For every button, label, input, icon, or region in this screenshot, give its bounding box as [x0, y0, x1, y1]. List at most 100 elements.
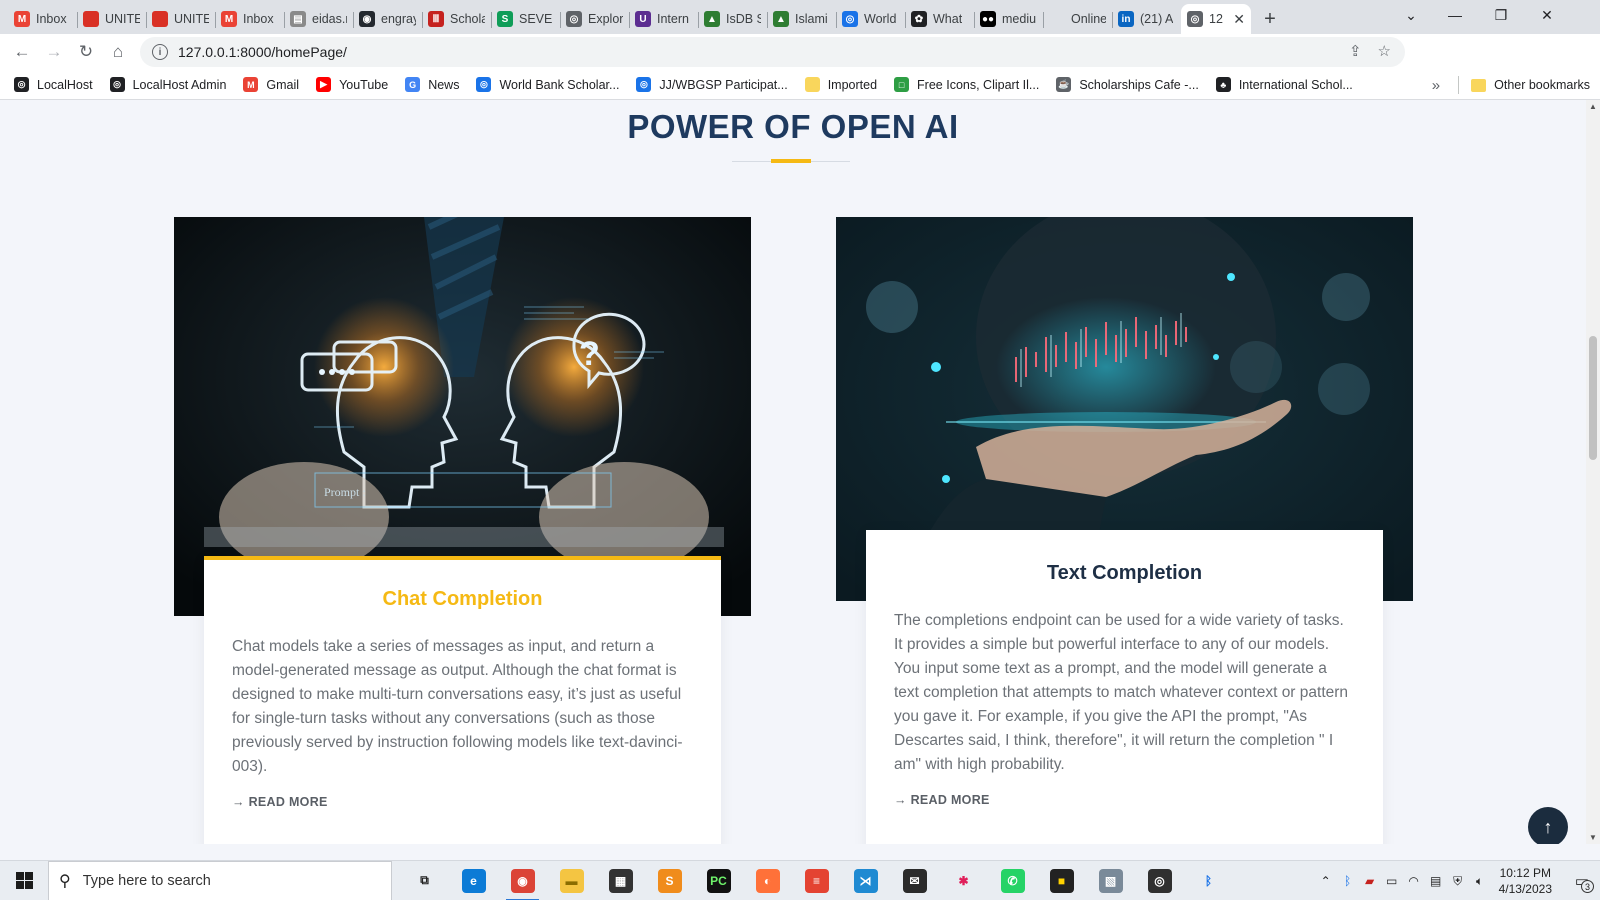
scroll-down-arrow-icon[interactable]: ▼: [1586, 833, 1600, 842]
scrollbar-thumb[interactable]: [1589, 336, 1597, 460]
tab[interactable]: ◉ engray: [353, 4, 422, 34]
taskbar-app-todoist[interactable]: ≡: [792, 861, 841, 900]
tab[interactable]: ▲ IsDB S: [698, 4, 767, 34]
close-window-button[interactable]: ✕: [1524, 0, 1570, 30]
browser-tab-strip: M Inbox UNITE UNITE M Inbox ▤ eidas.r ◉ engray Ⅲ Sc…: [0, 0, 1600, 34]
bars-icon: Ⅲ: [428, 11, 444, 27]
tab[interactable]: UNITE: [146, 4, 215, 34]
tab[interactable]: S SEVE C: [491, 4, 560, 34]
bookmark-item[interactable]: □ Free Icons, Clipart Il...: [894, 77, 1039, 92]
new-tab-button[interactable]: +: [1255, 4, 1285, 34]
taskbar-app-slack[interactable]: ✱: [939, 861, 988, 900]
tab[interactable]: ▲ Islami: [767, 4, 836, 34]
back-to-top-button[interactable]: ↑: [1528, 807, 1568, 844]
clock[interactable]: 10:12 PM 4/13/2023: [1499, 865, 1552, 897]
tab[interactable]: ✿ What: [905, 4, 974, 34]
taskbar-app-whatsapp[interactable]: ✆: [988, 861, 1037, 900]
taskbar-app-sublime[interactable]: S: [645, 861, 694, 900]
card-title: Text Completion: [1046, 562, 1203, 584]
taskbar-app-chrome[interactable]: ◉: [498, 861, 547, 900]
taskbar-app-edge[interactable]: e: [449, 861, 498, 900]
taskbar-app-pycharm[interactable]: PC: [694, 861, 743, 900]
bookmark-item[interactable]: ◎ World Bank Scholar...: [476, 77, 619, 92]
network-icon[interactable]: ▤: [1425, 874, 1447, 888]
home-icon[interactable]: ⌂: [102, 36, 134, 68]
bookmark-item[interactable]: M Gmail: [243, 77, 299, 92]
bookmark-item[interactable]: ▶ YouTube: [316, 77, 388, 92]
bookmark-item[interactable]: Imported: [804, 77, 877, 92]
bookmark-item[interactable]: ◎ LocalHost Admin: [109, 77, 226, 92]
reload-icon[interactable]: ↻: [70, 36, 102, 68]
bookmark-item[interactable]: ◎ LocalHost: [14, 77, 93, 92]
tab-title: IsDB S: [726, 12, 761, 26]
share-icon[interactable]: ⇪: [1349, 42, 1362, 60]
text-completion-card: Text Completion The completions endpoint…: [866, 530, 1383, 844]
tab-title: What: [933, 12, 963, 26]
tab[interactable]: ●● mediu: [974, 4, 1043, 34]
bookmark-item[interactable]: G News: [405, 77, 459, 92]
bookmark-label: Scholarships Cafe -...: [1079, 77, 1199, 92]
tab[interactable]: Online: [1043, 4, 1112, 34]
address-bar[interactable]: i 127.0.0.1:8000/homePage/ ⇪ ☆: [140, 37, 1405, 67]
close-tab-icon[interactable]: ✕: [1233, 11, 1245, 28]
page-scrollbar[interactable]: ▲ ▼: [1586, 100, 1600, 844]
taskbar-app-task-view[interactable]: ⧉: [400, 861, 449, 900]
taskbar-app-vscode[interactable]: ⋊: [841, 861, 890, 900]
taskbar-search-box[interactable]: ⚲ Type here to search: [48, 860, 392, 900]
bluetooth-tray-icon[interactable]: ᛒ: [1337, 874, 1359, 888]
wifi-icon[interactable]: ◠: [1403, 874, 1425, 888]
taskbar-app-mail[interactable]: ✉: [890, 861, 939, 900]
blank-icon: [1049, 11, 1065, 27]
read-more-link[interactable]: → READ MORE: [232, 795, 693, 809]
site-info-icon[interactable]: i: [152, 44, 168, 60]
tab[interactable]: UNITE: [77, 4, 146, 34]
security-icon[interactable]: ⛨: [1447, 874, 1469, 889]
tab-list: M Inbox UNITE UNITE M Inbox ▤ eidas.r ◉ engray Ⅲ Sc…: [0, 0, 1251, 34]
other-bookmarks-folder[interactable]: Other bookmarks: [1494, 78, 1590, 92]
forward-arrow-icon[interactable]: →: [38, 36, 70, 68]
gmail-icon: M: [14, 11, 30, 27]
tray-overflow-icon[interactable]: ⌃: [1315, 874, 1337, 888]
system-tray: ⌃ ᛒ ▰ ▭ ◠ ▤ ⛨ 🔈︎ 10:12 PM 4/13/2023 ▭ 3: [1315, 861, 1600, 900]
tab[interactable]: ◎ World: [836, 4, 905, 34]
tab[interactable]: ◎ Explor: [560, 4, 629, 34]
tab[interactable]: U Intern: [629, 4, 698, 34]
windows-start-icon[interactable]: [0, 861, 48, 900]
taskbar-app-obs[interactable]: ◎: [1135, 861, 1184, 900]
tab-title: Islami: [795, 12, 828, 26]
taskbar-app-store[interactable]: ▦: [596, 861, 645, 900]
back-arrow-icon[interactable]: ←: [6, 36, 38, 68]
taskbar-app-firefox[interactable]: ◐: [743, 861, 792, 900]
tab-title: UNITE: [105, 12, 140, 26]
tab[interactable]: M Inbox: [215, 4, 284, 34]
battery-icon[interactable]: ▭: [1381, 874, 1403, 888]
volume-icon[interactable]: 🔈︎: [1469, 874, 1491, 889]
bookmark-star-icon[interactable]: ☆: [1378, 42, 1391, 60]
bookmark-label: Free Icons, Clipart Il...: [917, 77, 1040, 92]
bookmark-item[interactable]: ◎ JJ/WBGSP Participat...: [636, 77, 788, 92]
notification-center-icon[interactable]: ▭ 3: [1564, 861, 1600, 900]
globe-icon: ◎: [109, 77, 125, 92]
taskbar-app-bluetooth[interactable]: ᛒ: [1184, 861, 1233, 900]
sticky-notes-icon: ■: [1049, 868, 1074, 893]
photos-icon: ▧: [1098, 868, 1123, 893]
tab-search-chevron-icon[interactable]: ⌄: [1388, 0, 1434, 30]
bookmark-item[interactable]: ☕ Scholarships Cafe -...: [1056, 77, 1199, 92]
tab[interactable]: Ⅲ Schola: [422, 4, 491, 34]
tab-active[interactable]: ◎ 12 ✕: [1181, 4, 1251, 34]
folder-icon: [804, 77, 820, 92]
read-more-link[interactable]: → READ MORE: [894, 793, 1355, 807]
tab[interactable]: M Inbox: [8, 4, 77, 34]
tab[interactable]: in (21) A: [1112, 4, 1181, 34]
tab[interactable]: ▤ eidas.r: [284, 4, 353, 34]
minimize-button[interactable]: —: [1432, 0, 1478, 30]
bookmark-label: World Bank Scholar...: [499, 77, 620, 92]
bookmarks-overflow-icon[interactable]: »: [1432, 77, 1440, 94]
scroll-up-arrow-icon[interactable]: ▲: [1586, 102, 1600, 111]
restore-button[interactable]: ❐: [1478, 0, 1524, 30]
taskbar-app-sticky-notes[interactable]: ■: [1037, 861, 1086, 900]
taskbar-app-file-explorer[interactable]: ▬: [547, 861, 596, 900]
taskbar-app-photos[interactable]: ▧: [1086, 861, 1135, 900]
app-tray-icon[interactable]: ▰: [1359, 874, 1381, 888]
bookmark-item[interactable]: ♣ International Schol...: [1215, 77, 1353, 92]
